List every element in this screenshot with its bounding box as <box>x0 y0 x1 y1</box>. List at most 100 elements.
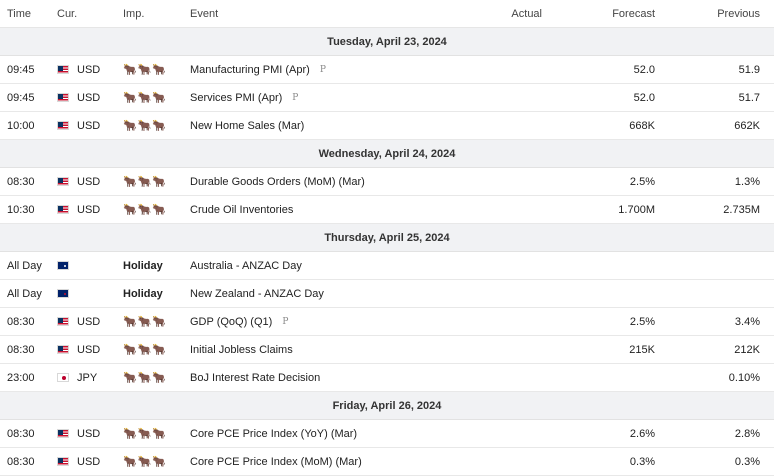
event-name[interactable]: Australia - ANZAC Day <box>190 260 452 272</box>
bull-icon: 🐂🐂🐂 <box>123 344 168 356</box>
event-row[interactable]: 08:30 USD 🐂🐂🐂 Core PCE Price Index (YoY) (M… <box>0 420 774 448</box>
event-title[interactable]: Manufacturing PMI (Apr) <box>190 64 310 76</box>
event-title[interactable]: Initial Jobless Claims <box>190 344 293 356</box>
importance-rating: 🐂🐂🐂 <box>123 91 190 104</box>
importance-rating: 🐂🐂🐂 <box>123 371 190 384</box>
event-name[interactable]: New Zealand - ANZAC Day <box>190 288 452 300</box>
event-title[interactable]: Core PCE Price Index (YoY) (Mar) <box>190 428 357 440</box>
us-flag-icon <box>57 177 69 186</box>
forecast-value: 0.3% <box>629 455 655 468</box>
event-title[interactable]: Services PMI (Apr) <box>190 92 282 104</box>
event-row[interactable]: 08:30 USD 🐂🐂🐂 Initial Jobless Claims 215K 212… <box>0 336 774 364</box>
bull-icon: 🐂🐂🐂 <box>123 176 168 188</box>
currency-code: JPY <box>77 371 98 384</box>
bull-icon: 🐂🐂🐂 <box>123 456 168 468</box>
previous-value: 2.8% <box>734 427 760 440</box>
event-name[interactable]: New Home Sales (Mar) <box>190 120 452 132</box>
event-row[interactable]: 09:45 USD 🐂🐂🐂 Services PMI (Apr) P 52.0 51.7 <box>0 84 774 112</box>
forecast-column-header[interactable]: Forecast <box>542 8 655 20</box>
forecast-value: 2.6% <box>629 427 655 440</box>
event-name[interactable]: Core PCE Price Index (MoM) (Mar) <box>190 456 452 468</box>
event-currency <box>57 261 123 270</box>
event-time: 09:45 <box>7 63 35 76</box>
currency-code: USD <box>77 315 101 328</box>
currency-code: USD <box>77 455 101 468</box>
previous-value: 2.735M <box>723 203 760 216</box>
event-name[interactable]: Crude Oil Inventories <box>190 204 452 216</box>
currency-code: USD <box>77 63 101 76</box>
event-title[interactable]: New Zealand - ANZAC Day <box>190 288 324 300</box>
forecast-value: 1.700M <box>618 203 655 216</box>
event-name[interactable]: BoJ Interest Rate Decision <box>190 372 452 384</box>
event-title[interactable]: BoJ Interest Rate Decision <box>190 372 320 384</box>
event-time: All Day <box>7 287 42 300</box>
currency-code: USD <box>77 119 101 132</box>
event-time: 09:45 <box>7 91 35 104</box>
us-flag-icon <box>57 457 69 466</box>
bull-icon: 🐂🐂🐂 <box>123 372 168 384</box>
event-name[interactable]: Services PMI (Apr) P <box>190 92 452 104</box>
previous-value: 3.4% <box>734 315 760 328</box>
event-title[interactable]: New Home Sales (Mar) <box>190 120 304 132</box>
event-currency: JPY <box>57 372 123 384</box>
holiday-label: Holiday <box>123 288 190 300</box>
importance-rating: 🐂🐂🐂 <box>123 119 190 132</box>
event-row[interactable]: 09:45 USD 🐂🐂🐂 Manufacturing PMI (Apr) P 52.0 5… <box>0 56 774 84</box>
event-row[interactable]: 10:00 USD 🐂🐂🐂 New Home Sales (Mar) 668K 662K <box>0 112 774 140</box>
us-flag-icon <box>57 205 69 214</box>
importance-rating: 🐂🐂🐂 <box>123 175 190 188</box>
importance-rating: 🐂🐂🐂 <box>123 203 190 216</box>
bull-icon: 🐂🐂🐂 <box>123 120 168 132</box>
currency-column-header[interactable]: Cur. <box>57 8 123 20</box>
event-row[interactable]: 23:00 JPY 🐂🐂🐂 BoJ Interest Rate Decision 0.1… <box>0 364 774 392</box>
previous-column-header[interactable]: Previous <box>655 8 760 20</box>
event-currency: USD <box>57 204 123 216</box>
event-name[interactable]: Manufacturing PMI (Apr) P <box>190 64 452 76</box>
event-title[interactable]: GDP (QoQ) (Q1) <box>190 316 272 328</box>
event-title[interactable]: Core PCE Price Index (MoM) (Mar) <box>190 456 362 468</box>
event-row[interactable]: 10:30 USD 🐂🐂🐂 Crude Oil Inventories 1.700M 2.… <box>0 196 774 224</box>
preliminary-icon: P <box>282 316 289 327</box>
event-time: 08:30 <box>7 455 35 468</box>
event-currency: USD <box>57 176 123 188</box>
event-column-header[interactable]: Event <box>190 8 452 20</box>
forecast-value: 2.5% <box>629 315 655 328</box>
date-group-header: Friday, April 26, 2024 <box>0 392 774 420</box>
previous-value: 1.3% <box>734 175 760 188</box>
holiday-label: Holiday <box>123 260 190 272</box>
event-currency: USD <box>57 428 123 440</box>
event-currency: USD <box>57 316 123 328</box>
event-row[interactable]: All Day Holiday Australia - ANZAC Day <box>0 252 774 280</box>
event-name[interactable]: GDP (QoQ) (Q1) P <box>190 316 452 328</box>
previous-value: 662K <box>734 119 760 132</box>
actual-column-header[interactable]: Actual <box>452 8 542 20</box>
currency-code: USD <box>77 175 101 188</box>
event-name[interactable]: Core PCE Price Index (YoY) (Mar) <box>190 428 452 440</box>
event-row[interactable]: 08:30 USD 🐂🐂🐂 GDP (QoQ) (Q1) P 2.5% 3.4% <box>0 308 774 336</box>
event-currency <box>57 289 123 298</box>
us-flag-icon <box>57 317 69 326</box>
event-row[interactable]: 08:30 USD 🐂🐂🐂 Core PCE Price Index (MoM) (M… <box>0 448 774 476</box>
event-title[interactable]: Australia - ANZAC Day <box>190 260 302 272</box>
event-time: All Day <box>7 259 42 272</box>
economic-calendar: Time Cur. Imp. Event Actual Forecast Pre… <box>0 0 774 476</box>
currency-code: USD <box>77 91 101 104</box>
event-currency: USD <box>57 120 123 132</box>
holiday-text: Holiday <box>123 259 163 272</box>
event-currency: USD <box>57 64 123 76</box>
forecast-value: 52.0 <box>633 63 655 76</box>
event-title[interactable]: Crude Oil Inventories <box>190 204 293 216</box>
au-flag-icon <box>57 261 69 270</box>
event-row[interactable]: 08:30 USD 🐂🐂🐂 Durable Goods Orders (MoM) (M… <box>0 168 774 196</box>
event-title[interactable]: Durable Goods Orders (MoM) (Mar) <box>190 176 365 188</box>
event-name[interactable]: Initial Jobless Claims <box>190 344 452 356</box>
event-time: 23:00 <box>7 371 35 384</box>
date-group-header: Wednesday, April 24, 2024 <box>0 140 774 168</box>
event-name[interactable]: Durable Goods Orders (MoM) (Mar) <box>190 176 452 188</box>
importance-column-header[interactable]: Imp. <box>123 8 190 20</box>
event-time: 08:30 <box>7 343 35 356</box>
nz-flag-icon <box>57 289 69 298</box>
time-column-header[interactable]: Time <box>0 8 57 20</box>
importance-rating: 🐂🐂🐂 <box>123 427 190 440</box>
event-row[interactable]: All Day Holiday New Zealand - ANZAC Day <box>0 280 774 308</box>
